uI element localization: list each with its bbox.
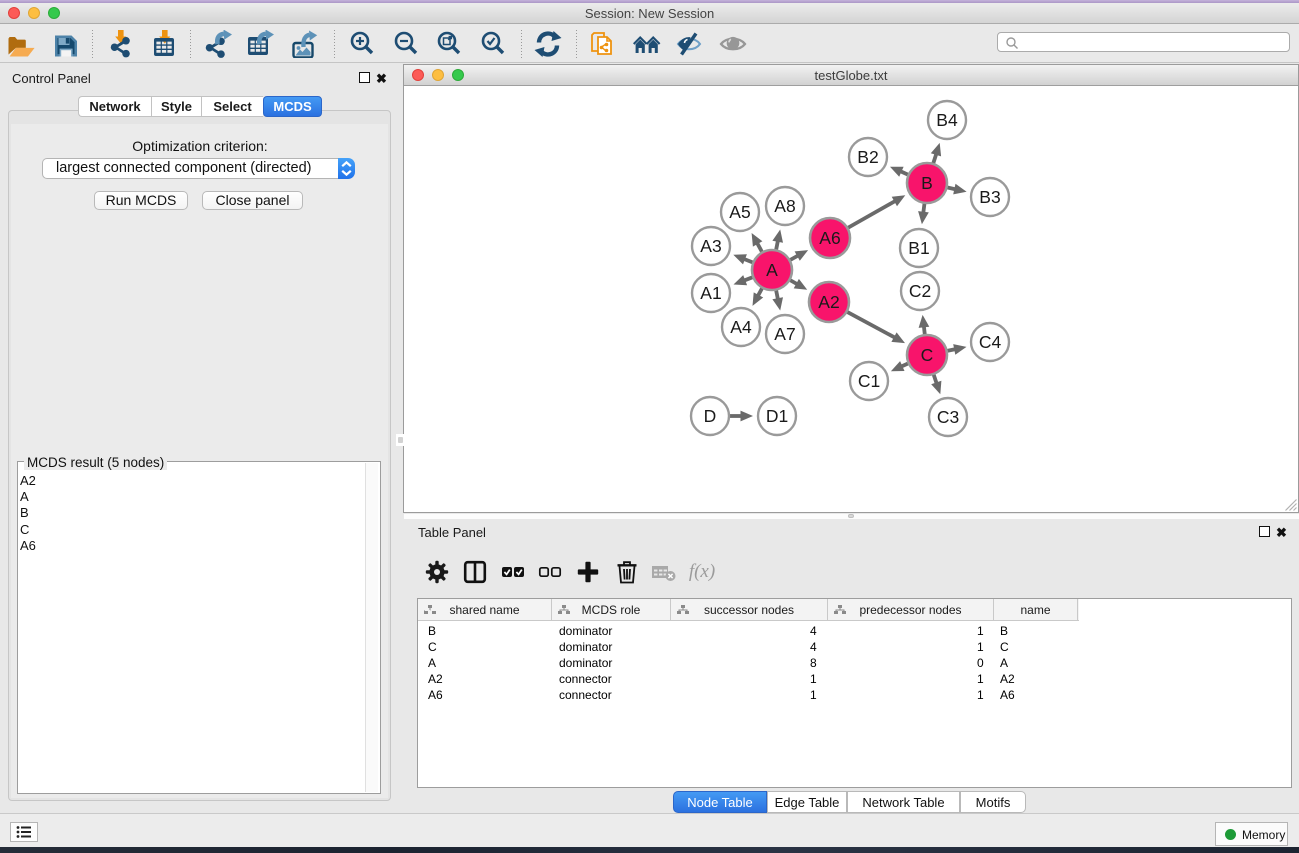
svg-text:B1: B1 [908, 238, 929, 258]
svg-text:B: B [921, 173, 933, 193]
svg-text:A: A [766, 260, 778, 280]
svg-text:C: C [921, 345, 934, 365]
svg-text:C4: C4 [979, 332, 1002, 352]
svg-text:D: D [704, 406, 717, 426]
svg-text:C2: C2 [909, 281, 931, 301]
svg-text:C1: C1 [858, 371, 880, 391]
svg-text:B3: B3 [979, 187, 1000, 207]
svg-text:A7: A7 [774, 324, 795, 344]
svg-text:A5: A5 [729, 202, 750, 222]
svg-text:B4: B4 [936, 110, 958, 130]
svg-text:A1: A1 [700, 283, 721, 303]
svg-text:D1: D1 [766, 406, 788, 426]
svg-text:B2: B2 [857, 147, 878, 167]
svg-text:A2: A2 [818, 292, 839, 312]
svg-text:A3: A3 [700, 236, 721, 256]
svg-text:C3: C3 [937, 407, 959, 427]
svg-text:A8: A8 [774, 196, 795, 216]
svg-text:A4: A4 [730, 317, 752, 337]
svg-text:A6: A6 [819, 228, 840, 248]
